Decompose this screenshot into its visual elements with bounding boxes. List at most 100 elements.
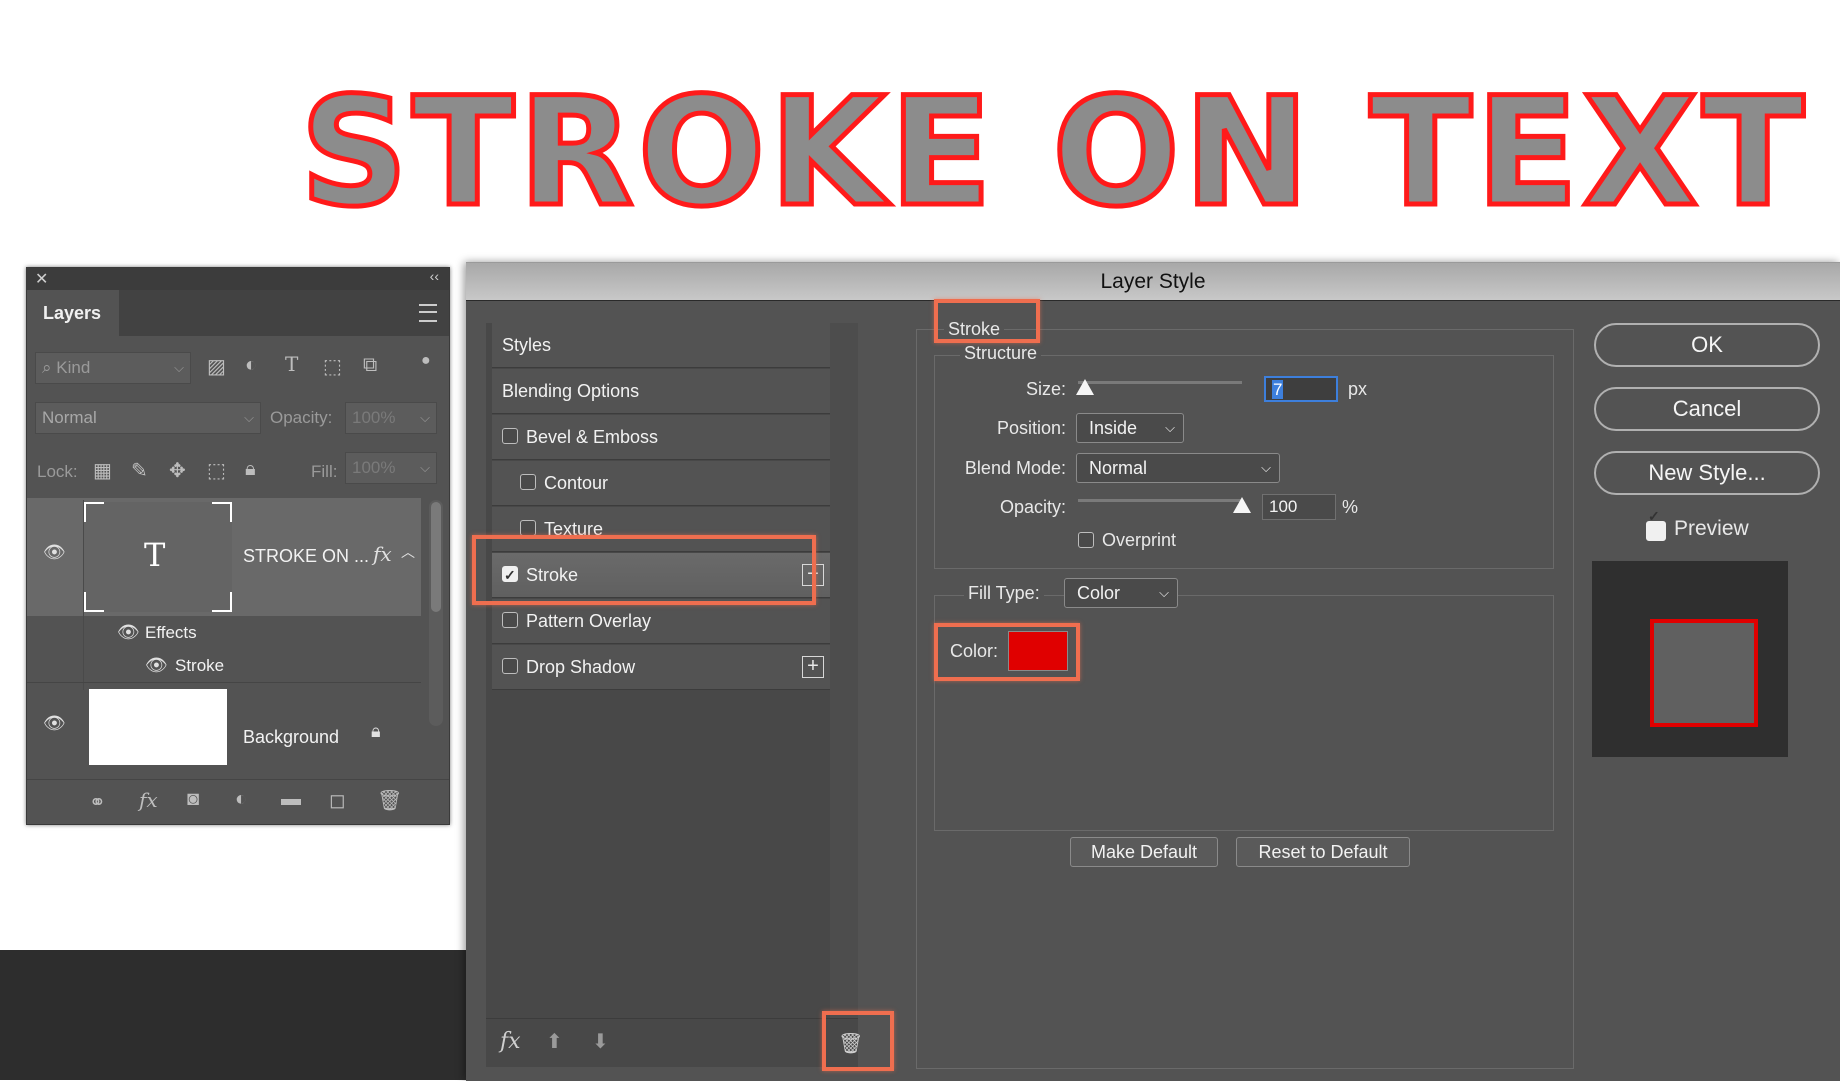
lock-position-icon[interactable]: ✥ (169, 458, 186, 483)
effects-label: Effects (145, 623, 197, 642)
dialog-title: Layer Style (466, 263, 1840, 301)
opacity-input[interactable]: 100 (1262, 494, 1336, 520)
visibility-eye-icon[interactable]: 👁︎ (43, 713, 66, 734)
blend-mode-select[interactable]: Normal ⌵ (35, 402, 261, 434)
lock-icon: 🔒︎ (371, 721, 381, 741)
fill-label: Fill: (311, 462, 338, 481)
effects-row[interactable]: 👁︎ Effects (27, 616, 421, 649)
opacity-slider[interactable] (1078, 497, 1251, 513)
collapse-icon[interactable]: ‹‹ (430, 268, 439, 284)
layers-panel: ✕ ‹‹ Layers ⌕ Kind ⌵ ▨ ◐ T ⬚ ⧉ ● Normal … (26, 267, 450, 825)
style-item-blending-options[interactable]: Blending Options (492, 369, 830, 414)
checkbox[interactable] (502, 612, 518, 628)
checkbox[interactable] (502, 658, 518, 674)
styles-scrolltrack[interactable] (830, 323, 858, 1067)
smart-object-filter-icon[interactable]: ⧉ (363, 354, 377, 377)
layer-name[interactable]: STROKE ON ... (243, 546, 369, 567)
stroke-eye-icon[interactable]: 👁︎ (145, 655, 168, 676)
link-layers-icon[interactable]: ⚭ (89, 790, 106, 815)
fill-type-value: Color (1077, 583, 1121, 603)
preview-checkbox[interactable] (1646, 508, 1666, 541)
visibility-eye-icon[interactable]: 👁︎ (43, 542, 66, 563)
lock-artboard-icon[interactable]: ⬚ (207, 458, 226, 483)
overprint-checkbox[interactable] (1078, 532, 1094, 548)
lock-transparent-icon[interactable]: ▦ (93, 458, 112, 483)
checkbox[interactable] (502, 428, 518, 444)
styles-list: Styles Blending Options Bevel & Emboss C… (486, 323, 863, 1067)
style-item-styles[interactable]: Styles (492, 323, 830, 368)
fill-field[interactable]: 100% ⌵ (345, 452, 437, 484)
fx-badge[interactable]: fx (373, 542, 392, 566)
adjustment-layer-icon[interactable]: ◐ (235, 788, 247, 811)
new-layer-icon[interactable]: ◻ (329, 788, 346, 813)
size-slider[interactable] (1075, 379, 1242, 395)
image-filter-icon[interactable]: ▨ (207, 354, 226, 379)
shape-filter-icon[interactable]: ⬚ (323, 354, 342, 379)
scrollbar-knob[interactable] (431, 502, 441, 612)
thumb-corner (84, 592, 104, 612)
position-select[interactable]: Inside ⌵ (1076, 413, 1184, 443)
style-item-bevel-emboss[interactable]: Bevel & Emboss (492, 415, 830, 460)
overprint-label: Overprint (1102, 530, 1177, 550)
type-filter-icon[interactable]: T (285, 352, 298, 376)
close-icon[interactable]: ✕ (35, 269, 48, 289)
ok-button[interactable]: OK (1594, 323, 1820, 367)
preview-swatch (1650, 619, 1758, 727)
highlight-trash (822, 1011, 894, 1071)
cancel-button[interactable]: Cancel (1594, 387, 1820, 431)
filter-toggle-icon[interactable]: ● (421, 352, 431, 370)
kind-filter-select[interactable]: ⌕ Kind ⌵ (35, 352, 191, 384)
text-layer-thumbnail: T (84, 502, 232, 612)
type-layer-icon: T (144, 536, 166, 574)
blend-mode-select[interactable]: Normal ⌵ (1076, 453, 1280, 483)
style-item-pattern-overlay[interactable]: Pattern Overlay (492, 599, 830, 644)
stroke-effect-row[interactable]: 👁︎ Stroke (27, 649, 421, 683)
effects-eye-icon[interactable]: 👁︎ (117, 622, 140, 643)
thumb-corner (212, 592, 232, 612)
style-label: Drop Shadow (526, 657, 636, 677)
style-item-drop-shadow[interactable]: Drop Shadow + (492, 645, 830, 690)
opacity-unit: % (1342, 497, 1359, 517)
fill-value: 100% (352, 458, 396, 477)
lock-all-icon[interactable]: 🔒︎ (245, 458, 256, 481)
reset-to-default-button[interactable]: Reset to Default (1236, 837, 1410, 867)
canvas-background-strip (0, 950, 470, 1080)
size-slider-handle[interactable] (1075, 379, 1094, 395)
fill-type-label: Fill Type: (964, 583, 1044, 604)
fx-menu-icon[interactable]: fx (500, 1029, 521, 1054)
opacity-slider-handle[interactable] (1233, 497, 1251, 513)
opacity-label: Opacity: (270, 408, 333, 427)
size-value: 7 (1272, 380, 1284, 399)
layers-scrollbar[interactable] (429, 500, 443, 726)
tab-layers[interactable]: Layers (27, 290, 119, 336)
size-input[interactable]: 7 (1264, 376, 1338, 402)
highlight-stroke-title (934, 299, 1040, 343)
checkbox[interactable] (520, 474, 536, 490)
chevron-up-icon[interactable]: ︿ (401, 542, 415, 562)
fill-type-select[interactable]: Color ⌵ (1064, 578, 1178, 608)
style-item-contour[interactable]: Contour (492, 461, 830, 506)
background-thumbnail (89, 689, 227, 765)
add-drop-shadow-plus-icon[interactable]: + (802, 656, 824, 678)
fx-add-style-icon[interactable]: fx (139, 788, 158, 812)
opacity-label: Opacity: (999, 497, 1066, 517)
move-up-icon[interactable]: ⬆ (546, 1029, 563, 1054)
adjustment-filter-icon[interactable]: ◐ (245, 354, 257, 377)
panel-tabs: Layers (27, 290, 449, 336)
opacity-field[interactable]: 100% ⌵ (345, 402, 437, 434)
panel-menu-icon[interactable] (419, 304, 437, 322)
move-down-icon[interactable]: ⬇ (592, 1029, 609, 1054)
trash-icon[interactable]: 🗑︎ (377, 788, 402, 813)
layer-row-text[interactable]: 👁︎ T STROKE ON ... fx ︿ (27, 498, 421, 690)
panel-titlebar: ✕ ‹‹ (27, 268, 449, 290)
folder-icon[interactable]: ▬ (281, 788, 301, 811)
style-label: Blending Options (502, 381, 640, 401)
layer-name[interactable]: Background (243, 727, 339, 748)
layer-row-background[interactable]: 👁︎ Background 🔒︎ (27, 683, 421, 765)
checkbox[interactable] (520, 520, 536, 536)
make-default-button[interactable]: Make Default (1070, 837, 1218, 867)
add-mask-icon[interactable]: ◙ (187, 788, 199, 811)
lock-paint-icon[interactable]: ✎ (131, 458, 148, 483)
new-style-button[interactable]: New Style... (1594, 451, 1820, 495)
opacity-value: 100 (1269, 497, 1298, 516)
